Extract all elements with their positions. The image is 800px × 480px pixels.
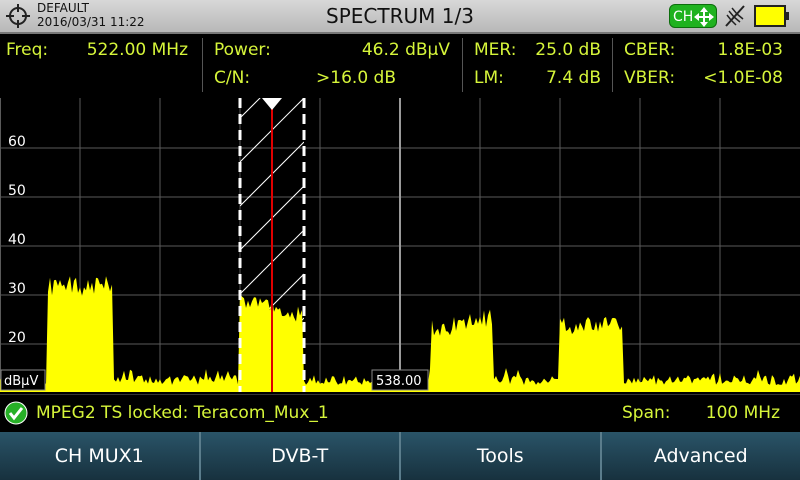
cn-value: >16.0 dB [316, 68, 396, 88]
y-tick-label: 30 [8, 281, 26, 297]
freq-label: Freq: [6, 40, 49, 60]
unit-label: dBµV [4, 374, 38, 389]
divider [202, 38, 203, 92]
spectrum-grid [0, 98, 800, 392]
lock-status-text: MPEG2 TS locked: Teracom_Mux_1 [36, 403, 329, 423]
y-tick-label: 40 [8, 232, 26, 248]
divider [462, 38, 463, 92]
power-value: 46.2 dBµV [361, 40, 450, 60]
status-bar: MPEG2 TS locked: Teracom_Mux_1 Span: 100… [0, 394, 800, 431]
freq-value[interactable]: 522.00 MHz [60, 39, 188, 61]
cber-label: CBER: [624, 40, 676, 60]
channel-mode-label: CH [673, 9, 694, 25]
cn-label: C/N: [214, 68, 251, 88]
y-tick-label: 20 [8, 330, 26, 346]
antenna-icon [725, 5, 745, 27]
y-tick-labels: 60 50 40 30 20 [8, 134, 26, 346]
softkey-standard[interactable]: DVB-T [200, 432, 401, 480]
vber-value: <1.0E-08 [703, 68, 783, 88]
span-value[interactable]: 100 MHz [660, 402, 780, 424]
power-label: Power: [214, 40, 271, 60]
softkey-bar: CH MUX1 DVB-T Tools Advanced [0, 432, 800, 480]
measurement-panel: Freq: 522.00 MHz Power: 46.2 dBµV C/N: >… [0, 34, 800, 96]
cber-value: 1.8E-03 [717, 40, 783, 60]
softkey-tools[interactable]: Tools [401, 432, 602, 480]
spectrum-display[interactable]: 60 50 40 30 20 dBµV 538.00 [0, 98, 800, 392]
title-bar: DEFAULT 2016/03/31 11:22 SPECTRUM 1/3 CH [0, 0, 800, 34]
battery-icon [754, 5, 789, 27]
center-freq-label: 538.00 [376, 374, 422, 389]
lm-label: LM: [474, 68, 504, 88]
check-circle-icon [4, 401, 28, 425]
spectrum-plot[interactable]: 60 50 40 30 20 dBµV 538.00 [0, 98, 800, 392]
softkey-channel[interactable]: CH MUX1 [0, 432, 201, 480]
divider [612, 38, 613, 92]
channel-mode-badge[interactable]: CH [669, 4, 717, 28]
lm-value: 7.4 dB [546, 68, 601, 88]
move-arrows-icon [694, 7, 714, 27]
marker-triangle-icon[interactable] [262, 98, 282, 110]
y-tick-label: 60 [8, 134, 26, 150]
softkey-advanced[interactable]: Advanced [601, 432, 800, 480]
vber-label: VBER: [624, 68, 676, 88]
mer-value: 25.0 dB [535, 40, 601, 60]
y-tick-label: 50 [8, 183, 26, 199]
